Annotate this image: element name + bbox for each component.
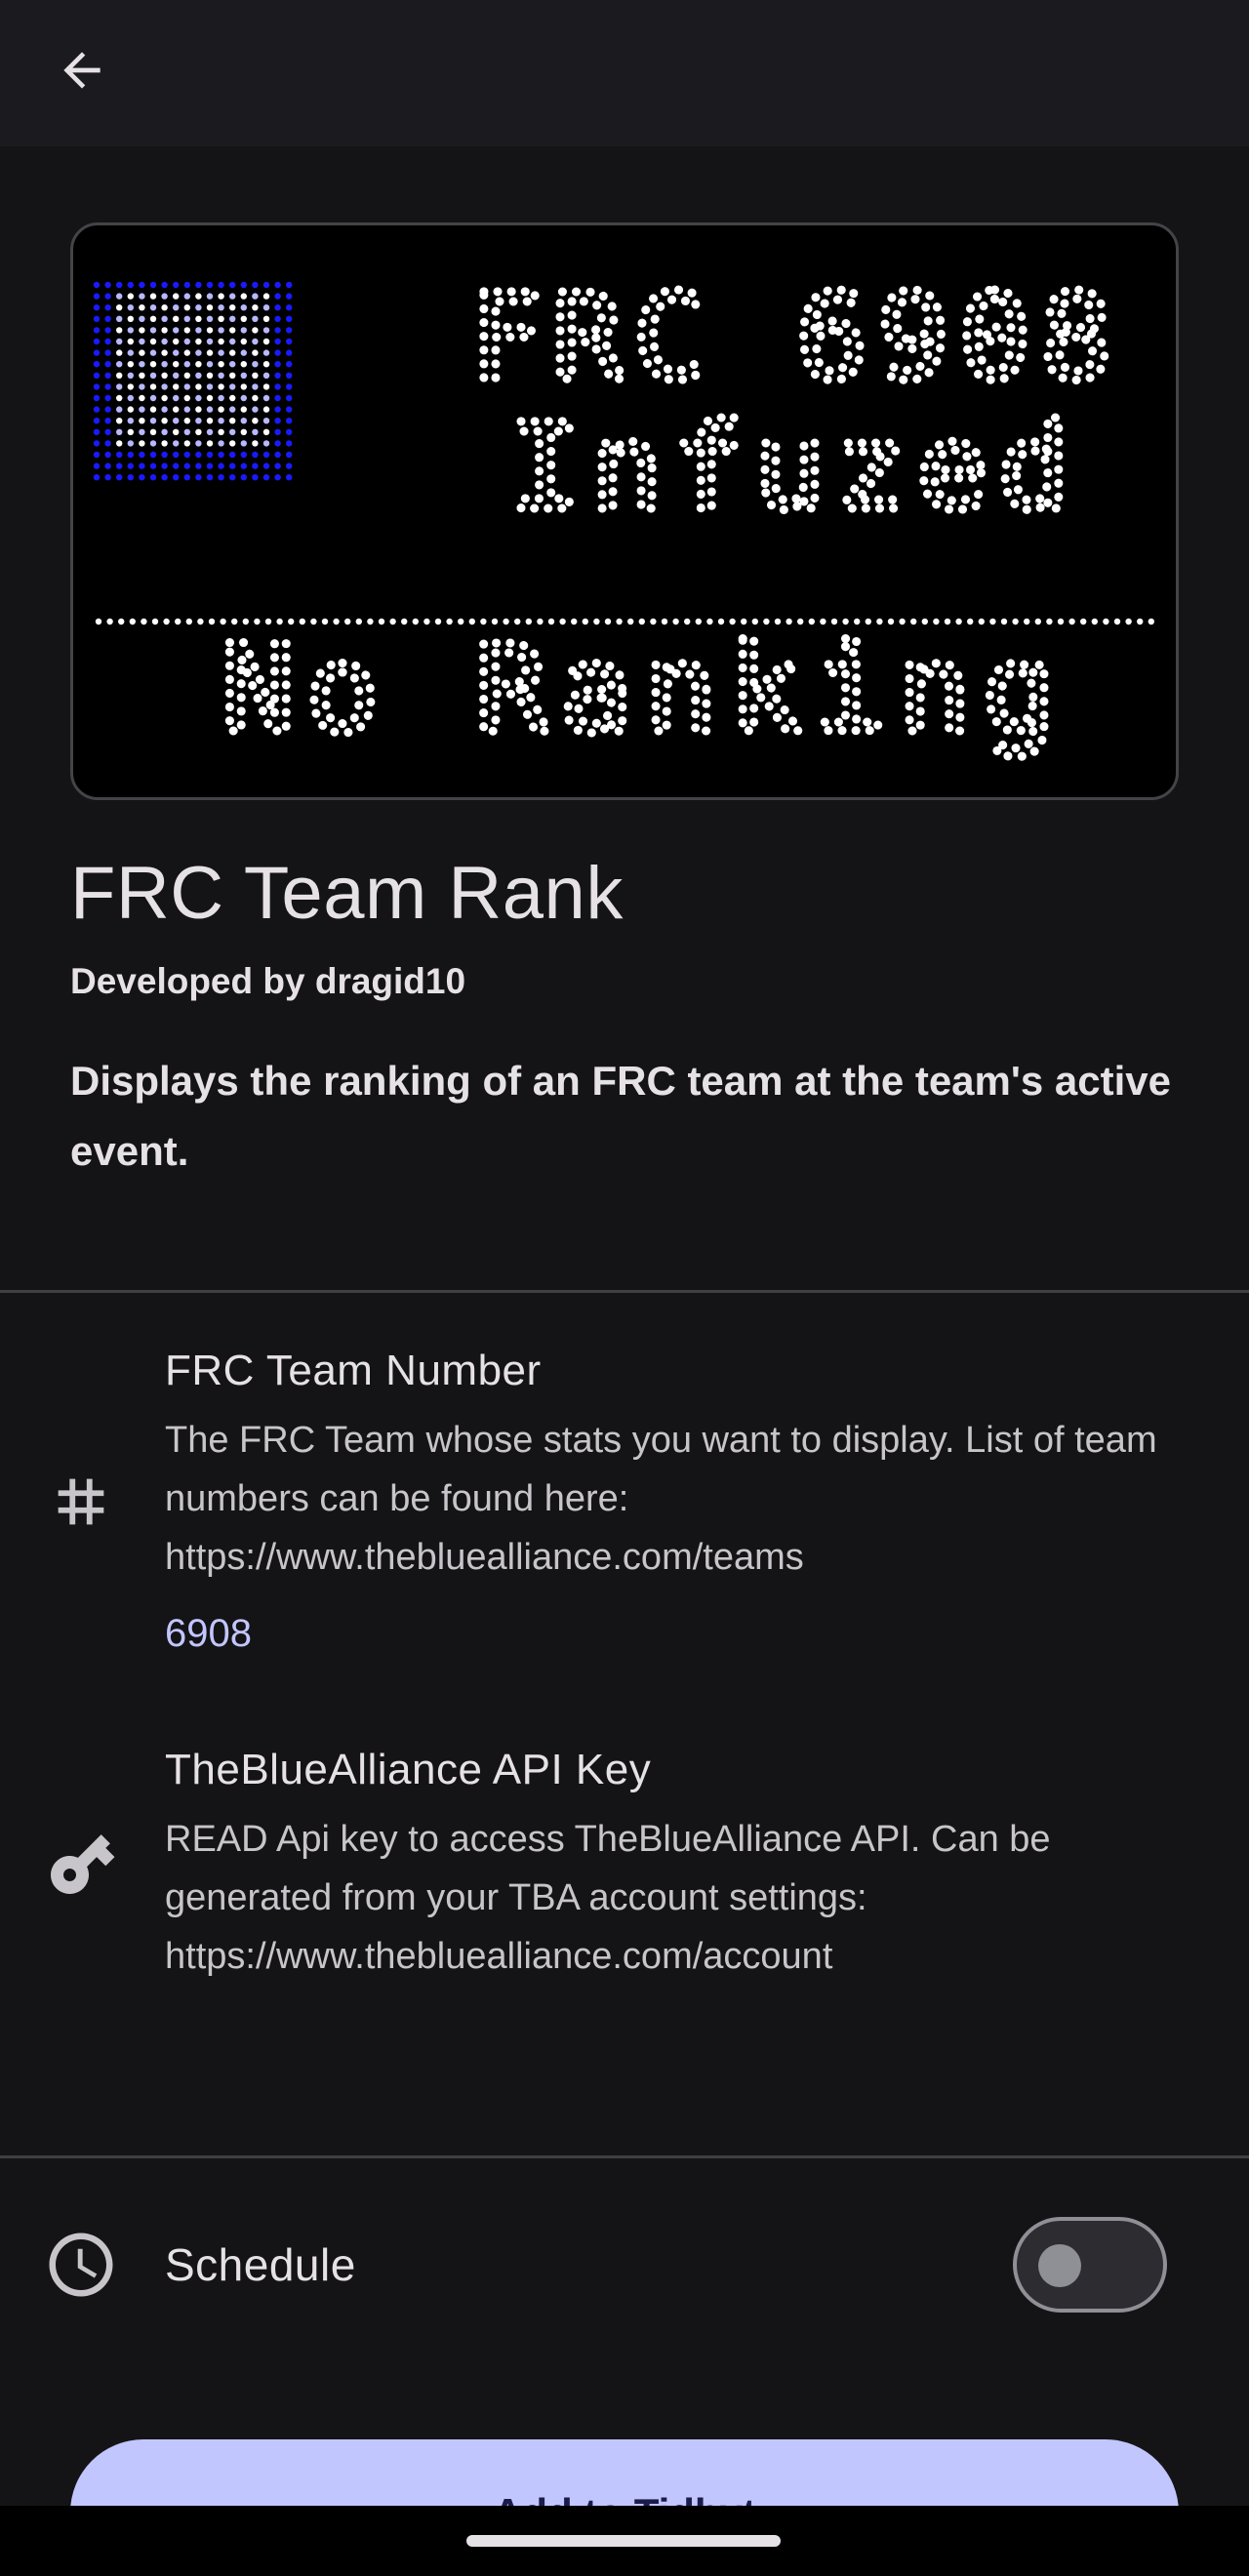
config-title: FRC Team Number xyxy=(165,1347,542,1394)
config-description: READ Api key to access TheBlueAlliance A… xyxy=(165,1819,1051,1977)
gesture-handle[interactable] xyxy=(466,2535,781,2547)
preview-led-matrix: FRC 6908 Infuzed No Ranking xyxy=(93,264,1155,765)
schedule-label: Schedule xyxy=(165,2239,356,2290)
section-divider xyxy=(0,1290,1249,1293)
schedule-row[interactable]: Schedule xyxy=(0,2207,1249,2324)
app-title: FRC Team Rank xyxy=(70,852,624,935)
back-button[interactable] xyxy=(33,21,131,119)
config-api-key[interactable]: TheBlueAlliance API Key READ Api key to … xyxy=(0,1746,1249,1980)
developer-label: Developed by dragid10 xyxy=(70,961,466,1001)
app-preview-display: FRC 6908 Infuzed No Ranking xyxy=(70,222,1179,800)
app-details-screen: FRC 6908 Infuzed No Ranking FRC Team Ran… xyxy=(0,0,1249,2576)
system-navigation-bar xyxy=(0,2506,1249,2576)
preview-team-text: FRC 6908 xyxy=(470,268,1122,407)
top-app-bar xyxy=(0,0,1249,146)
section-divider xyxy=(0,2155,1249,2158)
schedule-toggle[interactable] xyxy=(1013,2217,1167,2313)
config-team-number[interactable]: FRC Team Number The FRC Team whose stats… xyxy=(0,1347,1249,1669)
app-description: Displays the ranking of an FRC team at t… xyxy=(70,1058,1171,1174)
preview-ranking-text: No Ranking xyxy=(222,620,1068,760)
toggle-knob xyxy=(1038,2244,1081,2287)
config-description: The FRC Team whose stats you want to dis… xyxy=(165,1420,1157,1578)
flag-graphic xyxy=(93,281,293,481)
hash-icon xyxy=(43,1464,119,1540)
preview-name-text: Infuzed xyxy=(509,398,1079,537)
team-number-value: 6908 xyxy=(165,1612,252,1655)
clock-icon xyxy=(43,2227,119,2303)
config-title: TheBlueAlliance API Key xyxy=(165,1746,652,1793)
arrow-back-icon xyxy=(63,52,101,89)
key-icon xyxy=(43,1826,119,1902)
